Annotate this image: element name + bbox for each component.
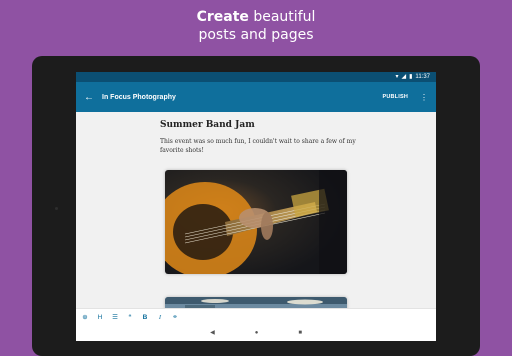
nav-recents-icon[interactable]: ■ <box>298 330 302 336</box>
guitar-photo-art <box>165 170 347 274</box>
promo-bold-word: Create <box>196 9 249 25</box>
android-nav-bar: ◀ ● ■ <box>76 324 436 341</box>
nav-home-icon[interactable]: ● <box>255 330 259 336</box>
post-editor[interactable]: Summer Band Jam This event was so much f… <box>76 112 436 308</box>
nav-back-icon[interactable]: ◀ <box>210 329 215 336</box>
site-title: In Focus Photography <box>102 93 176 101</box>
post-title[interactable]: Summer Band Jam <box>160 120 255 130</box>
promo-rest: beautiful <box>248 9 316 25</box>
app-screen: ▾ ◢ ▮ 11:37 ← In Focus Photography PUBLI… <box>76 72 436 341</box>
promo-line-1: Create beautiful <box>0 8 512 26</box>
battery-icon: ▮ <box>409 74 413 80</box>
link-button[interactable]: ⚭ <box>172 313 178 321</box>
promo-line-2: posts and pages <box>198 27 314 43</box>
guitar-photo[interactable] <box>165 170 347 274</box>
arrow-back-icon[interactable]: ← <box>84 92 102 103</box>
promo-headline: Create beautiful posts and pages <box>0 8 512 44</box>
heading-button[interactable]: H <box>97 314 103 321</box>
post-body[interactable]: This event was so much fun, I couldn't w… <box>160 138 360 155</box>
wifi-icon: ▾ <box>395 74 399 80</box>
drum-photo[interactable] <box>165 297 347 308</box>
add-block-icon[interactable]: ⊕ <box>82 313 88 321</box>
status-bar: ▾ ◢ ▮ 11:37 <box>76 72 436 82</box>
camera-dot <box>55 207 58 210</box>
status-time: 11:37 <box>415 74 430 80</box>
more-vert-icon[interactable]: ⋮ <box>420 93 428 102</box>
drum-photo-art <box>165 297 347 308</box>
quote-button[interactable]: “ <box>127 314 133 321</box>
format-toolbar: ⊕ H ☰ “ B I ⚭ <box>76 308 436 325</box>
signal-icon: ◢ <box>401 74 407 80</box>
publish-button[interactable]: PUBLISH <box>382 94 408 100</box>
app-bar: ← In Focus Photography PUBLISH ⋮ <box>76 82 436 112</box>
list-button[interactable]: ☰ <box>112 313 118 321</box>
bold-button[interactable]: B <box>142 314 148 321</box>
italic-button[interactable]: I <box>157 314 163 321</box>
